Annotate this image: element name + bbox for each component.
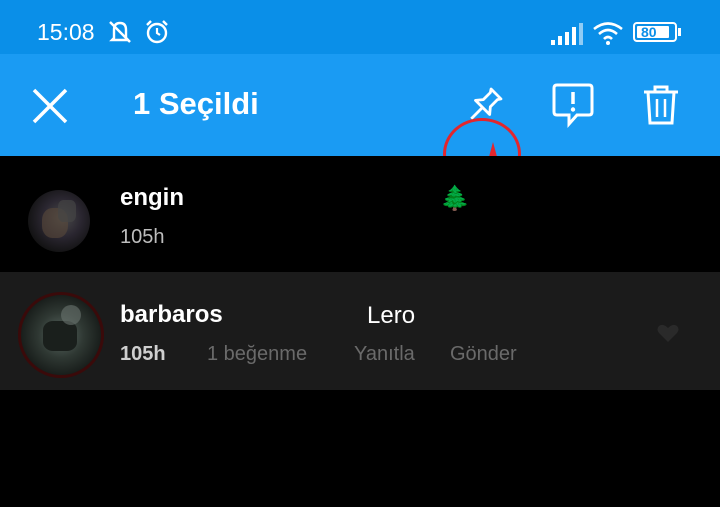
- mute-notification-icon: [109, 21, 131, 43]
- comment-row[interactable]: engin 🌲 105h: [0, 156, 720, 272]
- close-icon[interactable]: [30, 86, 70, 126]
- trash-icon[interactable]: [641, 84, 681, 126]
- status-bar: 15:08 80: [0, 0, 720, 54]
- comment-row-selected[interactable]: barbaros Lero 105h 1 beğenme Yanıtla Gön…: [0, 272, 720, 390]
- avatar[interactable]: [28, 190, 90, 252]
- comment-text: 🌲: [440, 185, 470, 212]
- comment-time: 105h: [120, 226, 165, 248]
- battery-level: 80: [641, 24, 657, 40]
- comment-username[interactable]: barbaros: [120, 301, 223, 329]
- avatar[interactable]: [18, 292, 104, 378]
- comment-time: 105h: [120, 343, 166, 365]
- like-count[interactable]: 1 beğenme: [207, 343, 307, 366]
- wifi-icon: [593, 22, 623, 45]
- signal-icon: [551, 23, 583, 45]
- send-button[interactable]: Gönder: [450, 343, 517, 366]
- alarm-icon: [146, 20, 168, 44]
- comment-text: Lero: [367, 302, 416, 329]
- reply-button[interactable]: Yanıtla: [354, 343, 415, 366]
- status-time: 15:08: [37, 19, 95, 45]
- comment-username[interactable]: engin: [120, 184, 184, 212]
- selection-app-bar: 1 Seçildi: [0, 54, 720, 190]
- heart-icon[interactable]: [656, 322, 680, 344]
- selection-title: 1 Seçildi: [133, 86, 259, 121]
- battery-icon: 80: [633, 22, 681, 42]
- report-icon[interactable]: [551, 82, 595, 128]
